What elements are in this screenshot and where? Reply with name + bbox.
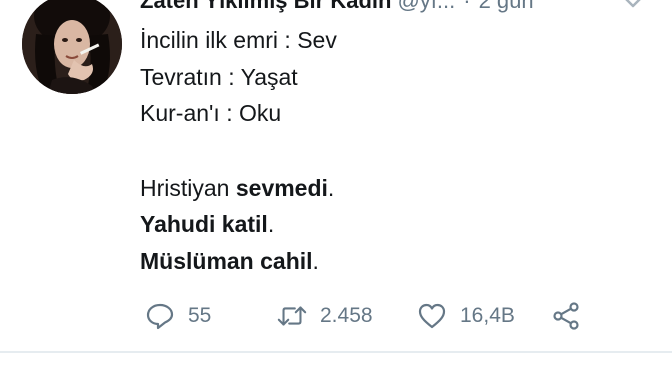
tweet-line: İncilin ilk emri : Sev	[140, 27, 337, 53]
retweet-arrows-icon	[276, 300, 308, 332]
chevron-down-icon	[625, 0, 641, 8]
tweet-line: Hristiyan sevmedi.	[140, 170, 640, 207]
tweet-line: Kur-an'ı : Oku	[140, 100, 282, 126]
retweet-count: 2.458	[320, 304, 373, 327]
tweet-actions: 55 2.458 16,4B	[140, 296, 640, 336]
tweet-header: Zaten Yıkılmış Bir Kadın @yı... · 2 gün	[140, 0, 534, 16]
reply-count: 55	[188, 304, 212, 327]
tweet-text: İncilin ilk emri : Sev Tevratın : Yaşat …	[140, 22, 640, 279]
more-menu-button[interactable]	[622, 0, 644, 12]
tweet-line: Müslüman cahil.	[140, 243, 640, 280]
tweet-text-bold: Müslüman cahil	[140, 247, 313, 274]
heart-icon	[416, 300, 448, 332]
like-button[interactable]: 16,4B	[416, 296, 515, 336]
tweet-text-bold: sevmedi	[235, 174, 328, 201]
tweet-text-plain: Hristiyan	[140, 174, 236, 201]
user-handle[interactable]: @yı...	[397, 0, 455, 13]
tweet-text-plain: .	[267, 211, 275, 237]
tweet-text-plain: .	[327, 174, 335, 201]
tweet-line: Tevratın : Yaşat	[140, 63, 298, 90]
retweet-button[interactable]: 2.458	[276, 296, 373, 336]
speech-bubble-icon	[144, 300, 176, 332]
avatar[interactable]	[22, 0, 122, 94]
timestamp[interactable]: 2 gün	[479, 0, 534, 13]
separator-dot: ·	[463, 0, 471, 13]
share-icon	[550, 300, 582, 332]
reply-button[interactable]: 55	[144, 296, 211, 336]
tweet-text-bold: Yahudi katil	[140, 211, 268, 237]
like-count: 16,4B	[460, 304, 515, 327]
tweet-line: Yahudi katil.	[140, 206, 640, 243]
share-button[interactable]	[550, 296, 582, 336]
display-name[interactable]: Zaten Yıkılmış Bir Kadın	[140, 0, 391, 13]
divider	[0, 351, 672, 353]
line-break	[140, 132, 640, 170]
tweet-text-plain: .	[312, 247, 319, 274]
